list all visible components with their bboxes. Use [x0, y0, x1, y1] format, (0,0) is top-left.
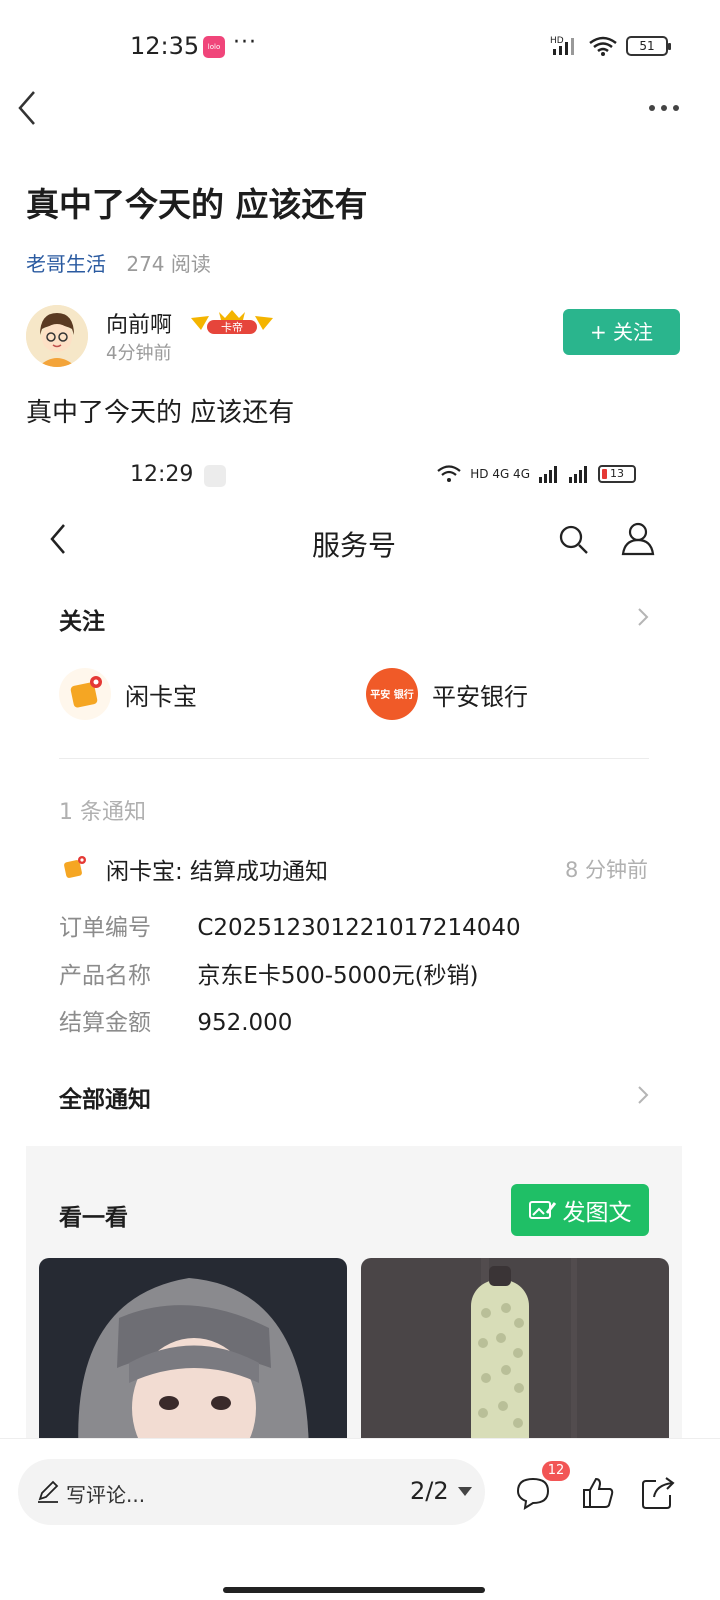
feed-thumbnail-portrait[interactable]: [39, 1258, 347, 1448]
embedded-network-label: HD 4G 4G: [470, 467, 530, 481]
more-notifications-icon: ···: [233, 30, 257, 55]
notice-row-key: 结算金额: [59, 1010, 151, 1036]
account-item-pingan-bank[interactable]: 平安 银行 平安银行: [366, 668, 528, 720]
caret-down-icon[interactable]: [458, 1487, 472, 1496]
notice-count: 1 条通知: [59, 800, 146, 825]
chevron-right-icon[interactable]: [636, 606, 650, 628]
comment-input[interactable]: 写评论... 2/2: [18, 1459, 485, 1525]
user-icon[interactable]: [620, 520, 656, 556]
status-bar: 12:35 lolo ··· HD 51: [0, 0, 720, 95]
look-section: 看一看 发图文: [26, 1146, 682, 1448]
home-indicator[interactable]: [223, 1587, 485, 1593]
notice-row-value: 京东E卡500-5000元(秒销): [197, 963, 479, 989]
account-name: 闲卡宝: [125, 682, 197, 711]
embedded-screenshot[interactable]: 12:29 HD 4G 4G 13 服务号 关注 闲卡宝 平安 银行 平安银行 …: [26, 448, 682, 1448]
comment-placeholder: 写评论...: [66, 1483, 146, 1507]
xiankabao-icon: [64, 856, 86, 878]
image-edit-icon: [528, 1201, 556, 1219]
feed-thumbnail-jade[interactable]: [361, 1258, 669, 1448]
share-icon[interactable]: [640, 1475, 676, 1511]
pingan-bank-icon: 平安 银行: [366, 668, 418, 720]
status-right: HD 51: [550, 35, 671, 57]
post-time: 4分钟前: [106, 343, 172, 364]
post-meta: 老哥生活 274 阅读: [26, 248, 211, 277]
like-thumb-icon[interactable]: [580, 1475, 616, 1511]
follow-section-title: 关注: [59, 609, 105, 635]
notice-title[interactable]: 闲卡宝: 结算成功通知: [106, 852, 328, 886]
app-notification-icon: lolo: [203, 36, 225, 58]
all-notices-link[interactable]: 全部通知: [59, 1080, 151, 1114]
circle-link[interactable]: 老哥生活: [26, 252, 106, 276]
post-button-label: 发图文: [562, 1200, 632, 1226]
status-time: 12:35: [130, 32, 200, 60]
notice-row-order: 订单编号 C2025123012210172140​40: [59, 908, 521, 942]
notice-row-key: 订单编号: [59, 915, 151, 941]
back-arrow-icon[interactable]: [14, 88, 44, 128]
pingan-logo-text: 平安 银行: [370, 688, 413, 701]
read-count: 274 阅读: [126, 252, 211, 276]
comment-icon[interactable]: [515, 1475, 551, 1511]
notice-row-product: 产品名称 京东E卡500-5000元(秒销): [59, 956, 479, 990]
pencil-icon: [38, 1480, 59, 1503]
post-image-text-button[interactable]: 发图文: [511, 1184, 649, 1236]
signal-icon: [569, 466, 587, 483]
embedded-status-time: 12:29: [130, 462, 194, 487]
embedded-app-icon: [204, 465, 226, 487]
notice-row-value: 952.000: [197, 1010, 293, 1036]
search-icon[interactable]: [556, 522, 590, 556]
divider: [59, 758, 649, 759]
author-row: 向前啊 卡帝 4分钟前 + 关注: [26, 305, 686, 369]
battery-icon: 51: [626, 36, 671, 56]
notice-row-value: C2025123012210172140​40: [197, 915, 521, 941]
look-section-title: 看一看: [59, 1205, 128, 1231]
network-type-label: HD: [550, 36, 564, 46]
post-title: 真中了今天的 应该还有: [26, 185, 368, 224]
signal-icon: [539, 466, 557, 483]
bottom-bar: 写评论... 2/2 12: [0, 1438, 720, 1600]
notice-row-key: 产品名称: [59, 963, 151, 989]
page-indicator[interactable]: 2/2: [410, 1477, 449, 1505]
avatar-illustration: [26, 305, 88, 367]
comment-count-badge: 12: [542, 1461, 570, 1481]
author-badge-label: 卡帝: [221, 320, 243, 334]
wifi-icon: [437, 465, 461, 482]
author-name[interactable]: 向前啊: [106, 307, 172, 339]
account-item-xiankabao[interactable]: 闲卡宝: [59, 668, 197, 720]
embedded-status-right: HD 4G 4G 13: [436, 464, 636, 484]
wifi-icon: [589, 36, 617, 56]
embedded-battery-icon: 13: [598, 465, 636, 483]
post-body: 真中了今天的 应该还有: [26, 398, 295, 428]
notice-row-amount: 结算金额 952.000: [59, 1003, 292, 1037]
xiankabao-icon: [59, 668, 111, 720]
crown-badge-icon: 卡帝: [191, 310, 273, 334]
chevron-right-icon[interactable]: [636, 1084, 650, 1106]
notice-time: 8 分钟前: [564, 858, 648, 882]
signal-icon: HD: [550, 36, 574, 55]
avatar[interactable]: [26, 305, 88, 367]
account-name: 平安银行: [432, 682, 528, 711]
more-options-icon[interactable]: [648, 96, 680, 120]
follow-button[interactable]: + 关注: [563, 309, 680, 355]
